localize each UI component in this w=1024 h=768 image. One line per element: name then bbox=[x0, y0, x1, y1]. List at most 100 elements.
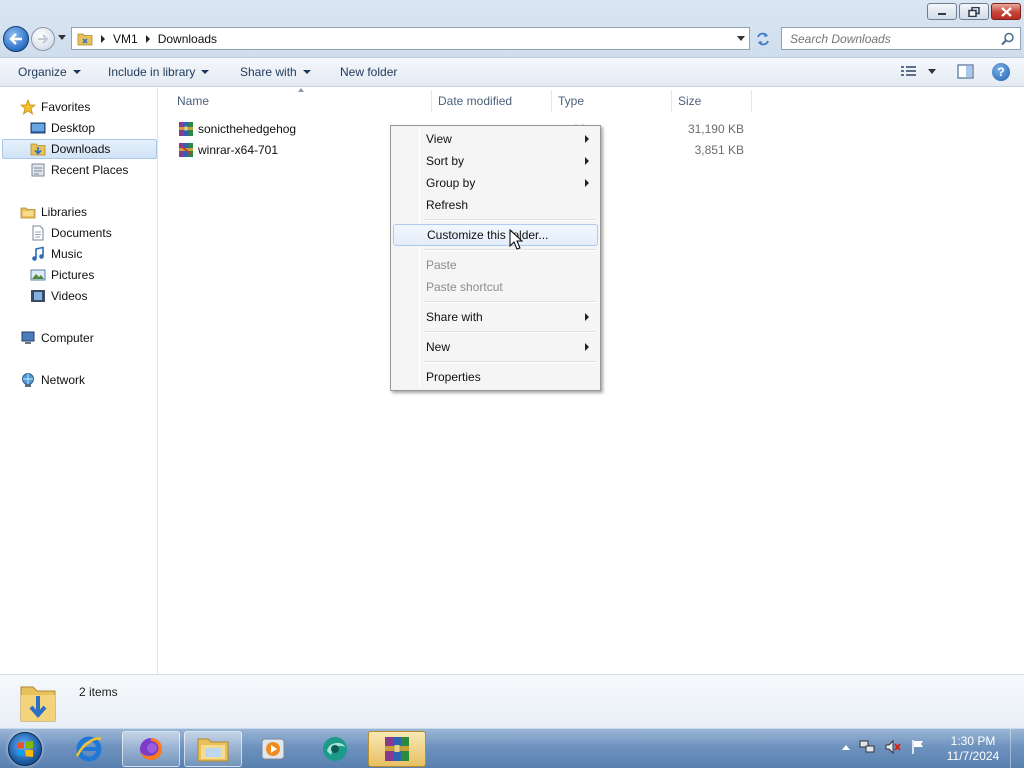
mouse-cursor-icon bbox=[509, 229, 523, 250]
chevron-down-icon[interactable] bbox=[928, 68, 936, 74]
nav-libraries[interactable]: Libraries bbox=[20, 202, 87, 222]
organize-menu[interactable]: Organize bbox=[18, 65, 81, 79]
menu-item-label: Refresh bbox=[426, 198, 469, 212]
menu-item-label: Sort by bbox=[426, 154, 465, 168]
file-name: sonicthehedgehog bbox=[198, 122, 297, 136]
menu-item-paste-shortcut: Paste shortcut bbox=[393, 276, 598, 298]
nav-favorites[interactable]: Favorites bbox=[20, 97, 90, 117]
menu-item-new[interactable]: New bbox=[393, 336, 598, 358]
breadcrumb-separator[interactable] bbox=[101, 34, 105, 43]
menu-item-sort-by[interactable]: Sort by bbox=[393, 150, 598, 172]
recent-pages-dropdown[interactable] bbox=[58, 35, 66, 40]
search-box[interactable] bbox=[781, 27, 1021, 50]
menu-item-label: Properties bbox=[426, 370, 481, 384]
forward-button[interactable] bbox=[31, 27, 55, 51]
show-hidden-icons-icon[interactable] bbox=[842, 744, 850, 750]
column-divider[interactable] bbox=[551, 90, 552, 112]
column-divider[interactable] bbox=[431, 90, 432, 112]
nav-network[interactable]: Network bbox=[20, 370, 85, 390]
organize-label: Organize bbox=[18, 65, 67, 79]
taskbar-windows-explorer[interactable] bbox=[184, 731, 242, 767]
address-dropdown-icon[interactable] bbox=[737, 36, 745, 41]
file-size: 3,851 KB bbox=[694, 143, 744, 157]
taskbar: 1:30 PM 11/7/2024 bbox=[0, 728, 1024, 768]
menu-item-label: New bbox=[426, 340, 451, 354]
nav-downloads-label: Downloads bbox=[51, 142, 111, 156]
nav-recent-places[interactable]: Recent Places bbox=[30, 160, 128, 180]
nav-desktop[interactable]: Desktop bbox=[30, 118, 95, 138]
menu-item-label: Paste shortcut bbox=[426, 280, 503, 294]
chevron-down-icon bbox=[72, 70, 81, 74]
include-in-library-label: Include in library bbox=[108, 65, 196, 79]
start-button[interactable] bbox=[4, 729, 46, 768]
chevron-down-icon bbox=[302, 70, 311, 74]
help-button[interactable]: ? bbox=[992, 63, 1010, 81]
nav-music-label: Music bbox=[51, 247, 83, 261]
minimize-button[interactable] bbox=[927, 3, 957, 20]
column-date-modified[interactable]: Date modified bbox=[438, 94, 512, 108]
menu-item-refresh[interactable]: Refresh bbox=[393, 194, 598, 216]
nav-pictures[interactable]: Pictures bbox=[30, 265, 94, 285]
back-button[interactable] bbox=[3, 26, 29, 52]
menu-item-view[interactable]: View bbox=[393, 128, 598, 150]
breadcrumb-vm1[interactable]: VM1 bbox=[113, 32, 138, 46]
menu-item-label: Customize this folder... bbox=[427, 228, 549, 242]
downloads-folder-icon bbox=[20, 686, 56, 722]
volume-muted-icon[interactable] bbox=[884, 739, 902, 755]
taskbar-app[interactable] bbox=[306, 731, 364, 767]
menu-item-properties[interactable]: Properties bbox=[393, 366, 598, 388]
downloads-folder-icon bbox=[30, 143, 46, 156]
menu-item-label: View bbox=[426, 132, 452, 146]
share-with-menu[interactable]: Share with bbox=[240, 65, 311, 79]
restore-button[interactable] bbox=[959, 3, 989, 20]
nav-documents[interactable]: Documents bbox=[30, 223, 112, 243]
preview-pane-button[interactable] bbox=[957, 64, 974, 82]
menu-separator bbox=[424, 331, 596, 333]
taskbar-winrar[interactable] bbox=[368, 731, 426, 767]
file-name: winrar-x64-701 bbox=[198, 143, 279, 157]
menu-item-share-with[interactable]: Share with bbox=[393, 306, 598, 328]
refresh-button[interactable] bbox=[752, 27, 774, 50]
include-in-library-menu[interactable]: Include in library bbox=[108, 65, 210, 79]
search-input[interactable] bbox=[782, 31, 992, 46]
breadcrumb-downloads[interactable]: Downloads bbox=[158, 32, 217, 46]
file-size: 31,190 KB bbox=[687, 122, 744, 136]
clock[interactable]: 1:30 PM 11/7/2024 bbox=[938, 734, 1008, 764]
menu-item-customize-folder[interactable]: Customize this folder... bbox=[393, 224, 598, 246]
menu-item-label: Paste bbox=[426, 258, 457, 272]
nav-downloads[interactable]: Downloads bbox=[2, 139, 157, 159]
taskbar-firefox[interactable] bbox=[122, 731, 180, 767]
column-name[interactable]: Name bbox=[177, 94, 209, 108]
menu-item-group-by[interactable]: Group by bbox=[393, 172, 598, 194]
column-divider[interactable] bbox=[671, 90, 672, 112]
taskbar-internet-explorer[interactable] bbox=[60, 731, 118, 767]
action-center-flag-icon[interactable] bbox=[910, 739, 926, 755]
network-status-icon[interactable] bbox=[858, 739, 876, 755]
navigation-pane: Favorites Desktop Downloads Recent Place… bbox=[0, 88, 158, 674]
winrar-archive-icon bbox=[179, 122, 193, 136]
show-desktop-button[interactable] bbox=[1010, 729, 1024, 768]
column-type[interactable]: Type bbox=[558, 94, 584, 108]
arrow-right-icon bbox=[38, 34, 49, 44]
libraries-icon bbox=[20, 207, 36, 219]
app-icon bbox=[323, 737, 347, 761]
nav-videos[interactable]: Videos bbox=[30, 286, 87, 306]
address-bar[interactable]: VM1 Downloads bbox=[71, 27, 750, 50]
system-tray bbox=[842, 739, 926, 755]
videos-icon bbox=[31, 290, 45, 302]
nav-music[interactable]: Music bbox=[30, 244, 82, 264]
new-folder-button[interactable]: New folder bbox=[340, 65, 397, 79]
change-view-button[interactable] bbox=[900, 64, 936, 78]
column-size[interactable]: Size bbox=[678, 94, 701, 108]
search-icon[interactable] bbox=[1001, 32, 1015, 46]
nav-desktop-label: Desktop bbox=[51, 121, 96, 135]
folder-icon bbox=[77, 33, 93, 45]
nav-pictures-label: Pictures bbox=[51, 268, 95, 282]
close-button[interactable] bbox=[991, 3, 1021, 20]
media-player-icon bbox=[261, 738, 285, 760]
breadcrumb-separator[interactable] bbox=[145, 34, 150, 43]
nav-computer[interactable]: Computer bbox=[20, 328, 94, 348]
column-divider[interactable] bbox=[751, 90, 752, 112]
taskbar-media-player[interactable] bbox=[244, 731, 302, 767]
internet-explorer-icon bbox=[75, 736, 102, 762]
